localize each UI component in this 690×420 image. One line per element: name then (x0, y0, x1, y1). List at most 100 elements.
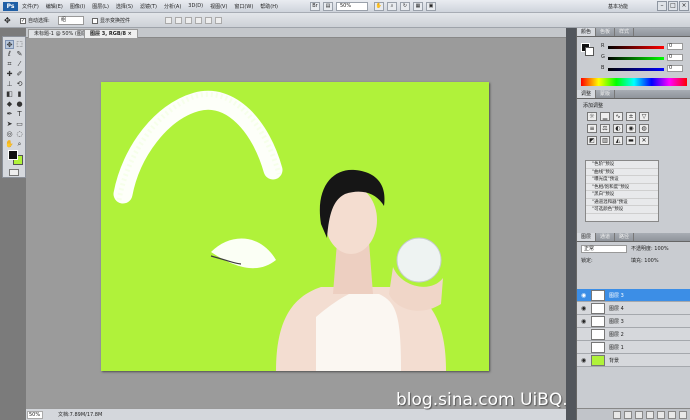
tab-channels[interactable]: 通道 (596, 233, 616, 241)
fill-control[interactable]: 填充: 100% (631, 257, 659, 264)
slider-blue-value[interactable]: 0 (667, 65, 683, 72)
eye-icon[interactable] (581, 331, 588, 338)
curves-icon[interactable]: ∿ (613, 112, 623, 121)
zoom-select[interactable]: 50% (336, 2, 368, 11)
tab-document-2[interactable]: 图层 3, RGB/8 × (84, 29, 138, 38)
menu-filter[interactable]: 滤镜(T) (140, 3, 157, 10)
preset-item[interactable]: "黑白"预设 (586, 191, 658, 199)
show-transform-option[interactable]: 显示变换控件 (92, 17, 130, 24)
selective-color-icon[interactable]: ✕ (639, 136, 649, 145)
clone-stamp-tool-icon[interactable]: ⊥ (5, 80, 14, 89)
workspace-switcher[interactable]: 基本功能 (608, 3, 628, 10)
zoom-tool-icon[interactable]: ⌕ (387, 2, 397, 11)
tab-layers[interactable]: 图层 (577, 233, 597, 241)
layer-row[interactable]: ◉ 图层 3 (577, 289, 690, 302)
menu-view[interactable]: 视图(V) (210, 3, 227, 10)
3d-orbit-tool-icon[interactable]: ◌ (15, 130, 24, 139)
color-spectrum-bar[interactable] (581, 78, 687, 86)
gradient-tool-icon[interactable]: ▮ (15, 90, 24, 99)
slider-red[interactable]: R 0 (601, 43, 689, 51)
eye-icon[interactable]: ◉ (581, 305, 588, 312)
status-zoom-field[interactable]: 50% (27, 411, 43, 419)
dodge-tool-icon[interactable]: ● (15, 100, 24, 109)
hue-saturation-icon[interactable]: ≡ (587, 124, 597, 133)
menu-help[interactable]: 帮助(H) (260, 3, 278, 10)
menu-3d[interactable]: 3D(D) (188, 3, 203, 10)
levels-icon[interactable]: ▁ (600, 112, 610, 121)
document-size-info[interactable]: 文档:7.89M/17.8M (58, 411, 102, 418)
layer-row[interactable]: ◉ 背景 (577, 354, 690, 367)
black-white-icon[interactable]: ◐ (613, 124, 623, 133)
hand-tool-icon[interactable]: ✋ (374, 2, 384, 11)
blend-mode-select[interactable]: 正常 (581, 245, 627, 253)
vibrance-icon[interactable]: ▽ (639, 112, 649, 121)
tab-swatches[interactable]: 色板 (596, 28, 616, 36)
tab-styles[interactable]: 样式 (615, 28, 635, 36)
crop-tool-icon[interactable]: ⌗ (5, 60, 14, 69)
preset-item[interactable]: "色相/饱和度"预设 (586, 184, 658, 191)
align-bottom-icon[interactable] (185, 17, 192, 24)
align-top-icon[interactable] (165, 17, 172, 24)
show-transform-checkbox[interactable] (92, 17, 98, 24)
new-layer-icon[interactable] (668, 411, 676, 419)
eye-icon[interactable]: ◉ (581, 292, 588, 299)
gradient-map-icon[interactable]: ▬ (626, 136, 636, 145)
foreground-color-swatch[interactable] (8, 150, 18, 160)
exposure-icon[interactable]: ± (626, 112, 636, 121)
tab-color[interactable]: 颜色 (577, 28, 597, 36)
auto-select-option[interactable]: ✓ 自动选择: (20, 17, 50, 24)
tab-adjustments[interactable]: 调整 (577, 90, 597, 98)
preset-item[interactable]: "曲线"预设 (586, 169, 658, 176)
path-select-tool-icon[interactable]: ➤ (5, 120, 14, 129)
eyedropper-tool-icon[interactable]: ⁄ (15, 60, 24, 69)
maximize-icon[interactable]: □ (668, 1, 678, 11)
auto-select-checkbox[interactable]: ✓ (20, 17, 26, 24)
blur-tool-icon[interactable]: ◆ (5, 100, 14, 109)
layer-row[interactable]: 图层 2 (577, 328, 690, 341)
eye-icon[interactable] (581, 344, 588, 351)
quick-mask-icon[interactable] (9, 169, 19, 176)
healing-brush-tool-icon[interactable]: ✚ (5, 70, 14, 79)
slider-blue-track[interactable] (608, 68, 664, 71)
tab-masks[interactable]: 蒙版 (596, 90, 616, 98)
color-balance-icon[interactable]: ⚖ (600, 124, 610, 133)
slider-blue[interactable]: B 0 (601, 65, 689, 73)
add-mask-icon[interactable] (635, 411, 643, 419)
link-layers-icon[interactable] (613, 411, 621, 419)
hand-tool-icon[interactable]: ✋ (5, 140, 14, 149)
preset-item[interactable]: "色阶"预设 (586, 161, 658, 169)
channel-mixer-icon[interactable]: ◍ (639, 124, 649, 133)
threshold-icon[interactable]: ◭ (613, 136, 623, 145)
history-brush-tool-icon[interactable]: ⟲ (15, 80, 24, 89)
shape-tool-icon[interactable]: ▭ (15, 120, 24, 129)
new-adjustment-icon[interactable] (646, 411, 654, 419)
minimize-icon[interactable]: – (657, 1, 667, 11)
opacity-control[interactable]: 不透明度: 100% (631, 245, 669, 252)
align-center-icon[interactable] (205, 17, 212, 24)
menu-image[interactable]: 图像(I) (70, 3, 85, 10)
mini-bridge-button[interactable]: ▤ (323, 2, 333, 11)
layer-style-icon[interactable] (624, 411, 632, 419)
image-canvas[interactable] (101, 82, 489, 371)
menu-window[interactable]: 窗口(W) (234, 3, 253, 10)
preset-item[interactable]: "曝光度"预设 (586, 176, 658, 184)
panel-background-swatch[interactable] (585, 47, 594, 56)
align-right-icon[interactable] (215, 17, 222, 24)
rotate-view-icon[interactable]: ↻ (400, 2, 410, 11)
launch-bridge-button[interactable]: Br (310, 2, 320, 11)
opacity-value[interactable]: 100% (654, 246, 668, 252)
fill-value[interactable]: 100% (644, 258, 658, 264)
preset-item[interactable]: "通道混和器"预设 (586, 199, 658, 206)
align-middle-icon[interactable] (175, 17, 182, 24)
zoom-tool-icon[interactable]: ⌕ (15, 140, 24, 149)
marquee-tool-icon[interactable]: ⬚ (15, 40, 24, 49)
photo-filter-icon[interactable]: ◉ (626, 124, 636, 133)
eye-icon[interactable]: ◉ (581, 318, 588, 325)
slider-green-track[interactable] (608, 57, 664, 60)
menu-select[interactable]: 选择(S) (116, 3, 133, 10)
move-tool-preset-icon[interactable]: ✥ (4, 16, 11, 25)
posterize-icon[interactable]: ▥ (600, 136, 610, 145)
new-group-icon[interactable] (657, 411, 665, 419)
align-left-icon[interactable] (195, 17, 202, 24)
menu-analysis[interactable]: 分析(A) (164, 3, 181, 10)
